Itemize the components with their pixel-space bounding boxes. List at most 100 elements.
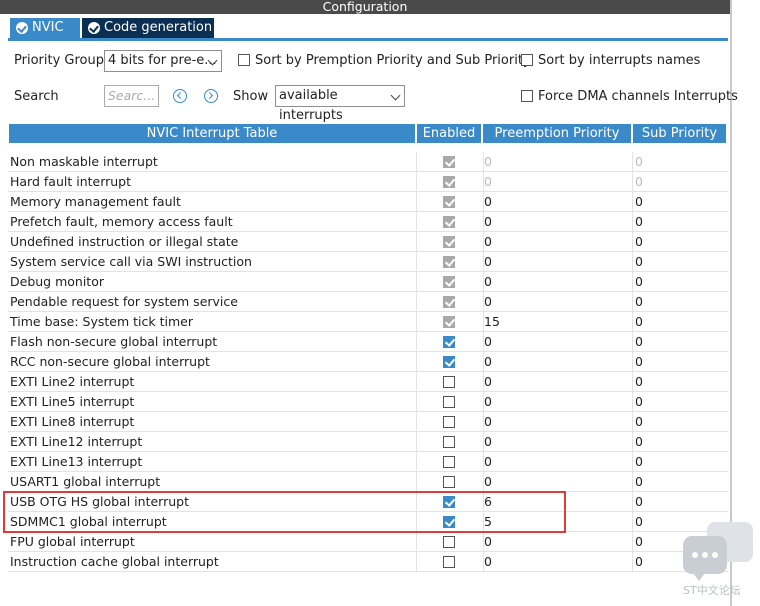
sub-priority[interactable]: 0 <box>632 192 728 212</box>
table-row[interactable]: Non maskable interrupt 0 0 <box>8 152 728 172</box>
enabled-checkbox[interactable] <box>443 336 455 348</box>
table-row[interactable]: FPU global interrupt 0 0 <box>8 532 728 552</box>
interrupt-name: Flash non-secure global interrupt <box>10 334 218 349</box>
preemption-priority[interactable]: 0 <box>483 292 631 312</box>
sub-priority[interactable]: 0 <box>632 312 728 332</box>
preemption-priority[interactable]: 0 <box>483 172 631 192</box>
preemption-priority[interactable]: 0 <box>483 372 631 392</box>
preemption-priority[interactable]: 0 <box>483 532 631 552</box>
enabled-checkbox[interactable] <box>443 556 455 568</box>
interrupt-name: EXTI Line13 interrupt <box>10 454 143 469</box>
preemption-priority[interactable]: 0 <box>483 152 631 172</box>
table-row[interactable]: Debug monitor 0 0 <box>8 272 728 292</box>
table-row[interactable]: Instruction cache global interrupt 0 0 <box>8 552 728 572</box>
search-previous-icon[interactable] <box>173 89 187 103</box>
enabled-checkbox[interactable] <box>443 436 455 448</box>
table-row[interactable]: Flash non-secure global interrupt 0 0 <box>8 332 728 352</box>
sub-priority[interactable]: 0 <box>632 352 728 372</box>
sub-priority[interactable]: 0 <box>632 432 728 452</box>
table-row[interactable]: Memory management fault 0 0 <box>8 192 728 212</box>
show-select[interactable]: available interrupts <box>275 85 405 123</box>
preemption-priority[interactable]: 0 <box>483 432 631 452</box>
enabled-checkbox[interactable] <box>443 416 455 428</box>
preemption-priority[interactable]: 0 <box>483 452 631 472</box>
chat-bubble-icon <box>683 536 727 581</box>
enabled-checkbox[interactable] <box>443 376 455 388</box>
force-dma-checkbox[interactable] <box>521 90 533 102</box>
preemption-priority[interactable]: 15 <box>483 312 631 332</box>
preemption-priority[interactable]: 0 <box>483 412 631 432</box>
tab-code-generation[interactable]: Code generation <box>82 18 214 38</box>
table-row[interactable]: Hard fault interrupt 0 0 <box>8 172 728 192</box>
sub-priority[interactable]: 0 <box>632 292 728 312</box>
preemption-priority[interactable]: 0 <box>483 232 631 252</box>
enabled-checkbox[interactable] <box>443 396 455 408</box>
sub-priority[interactable]: 0 <box>632 212 728 232</box>
interrupt-name: Non maskable interrupt <box>10 154 158 169</box>
preemption-priority[interactable]: 0 <box>483 352 631 372</box>
sub-priority[interactable]: 0 <box>632 332 728 352</box>
table-row[interactable]: USART1 global interrupt 0 0 <box>8 472 728 492</box>
enabled-cell <box>416 472 482 492</box>
preemption-priority[interactable]: 0 <box>483 252 631 272</box>
enabled-checkbox[interactable] <box>443 456 455 468</box>
sort-names-checkbox[interactable] <box>521 54 533 66</box>
priority-group-select[interactable]: 4 bits for pre-e... <box>104 50 222 72</box>
column-header-sub[interactable]: Sub Priority <box>633 124 726 143</box>
sub-priority[interactable]: 0 <box>632 232 728 252</box>
table-row[interactable]: EXTI Line2 interrupt 0 0 <box>8 372 728 392</box>
search-next-icon[interactable] <box>204 89 218 103</box>
interrupt-name: Debug monitor <box>10 274 104 289</box>
table-row[interactable]: EXTI Line5 interrupt 0 0 <box>8 392 728 412</box>
column-header-name[interactable]: NVIC Interrupt Table <box>9 124 415 143</box>
sub-priority[interactable]: 0 <box>632 452 728 472</box>
interrupt-name: FPU global interrupt <box>10 534 135 549</box>
preemption-priority[interactable]: 0 <box>483 392 631 412</box>
sub-priority[interactable]: 0 <box>632 272 728 292</box>
tab-nvic[interactable]: NVIC <box>10 18 80 38</box>
column-header-preemption[interactable]: Preemption Priority <box>483 124 631 143</box>
sub-priority[interactable]: 0 <box>632 492 728 512</box>
sort-premption-label: Sort by Premption Priority and Sub Prior… <box>255 53 531 68</box>
preemption-priority[interactable]: 0 <box>483 552 631 572</box>
enabled-checkbox[interactable] <box>443 356 455 368</box>
interrupt-name: Hard fault interrupt <box>10 174 132 189</box>
preemption-priority[interactable]: 0 <box>483 192 631 212</box>
highlight-box <box>3 491 566 533</box>
enabled-cell <box>416 172 482 192</box>
interrupt-name: Memory management fault <box>10 194 181 209</box>
preemption-priority[interactable]: 0 <box>483 472 631 492</box>
sub-priority[interactable]: 0 <box>632 372 728 392</box>
tab-underline <box>8 38 728 41</box>
sub-priority[interactable]: 0 <box>632 412 728 432</box>
table-row[interactable]: Time base: System tick timer 15 0 <box>8 312 728 332</box>
column-header-enabled[interactable]: Enabled <box>417 124 481 143</box>
table-row[interactable]: Undefined instruction or illegal state 0 0 <box>8 232 728 252</box>
enabled-checkbox[interactable] <box>443 536 455 548</box>
check-circle-icon <box>16 22 28 34</box>
table-row[interactable]: EXTI Line8 interrupt 0 0 <box>8 412 728 432</box>
sub-priority[interactable]: 0 <box>632 252 728 272</box>
table-row[interactable]: EXTI Line12 interrupt 0 0 <box>8 432 728 452</box>
enabled-cell <box>416 212 482 232</box>
table-row[interactable]: Pendable request for system service 0 0 <box>8 292 728 312</box>
show-value: available interrupts <box>279 88 343 123</box>
table-row[interactable]: RCC non-secure global interrupt 0 0 <box>8 352 728 372</box>
preemption-priority[interactable]: 0 <box>483 212 631 232</box>
enabled-cell <box>416 152 482 172</box>
enabled-checkbox[interactable] <box>443 476 455 488</box>
table-row[interactable]: EXTI Line13 interrupt 0 0 <box>8 452 728 472</box>
table-row[interactable]: Prefetch fault, memory access fault 0 0 <box>8 212 728 232</box>
sort-premption-checkbox[interactable] <box>238 54 250 66</box>
search-input[interactable]: Searc... <box>104 85 159 107</box>
sub-priority[interactable]: 0 <box>632 172 728 192</box>
preemption-priority[interactable]: 0 <box>483 332 631 352</box>
preemption-priority[interactable]: 0 <box>483 272 631 292</box>
enabled-cell <box>416 332 482 352</box>
enabled-cell <box>416 552 482 572</box>
sub-priority[interactable]: 0 <box>632 152 728 172</box>
tab-code-generation-label: Code generation <box>104 20 213 35</box>
table-row[interactable]: System service call via SWI instruction 0… <box>8 252 728 272</box>
sub-priority[interactable]: 0 <box>632 472 728 492</box>
sub-priority[interactable]: 0 <box>632 392 728 412</box>
